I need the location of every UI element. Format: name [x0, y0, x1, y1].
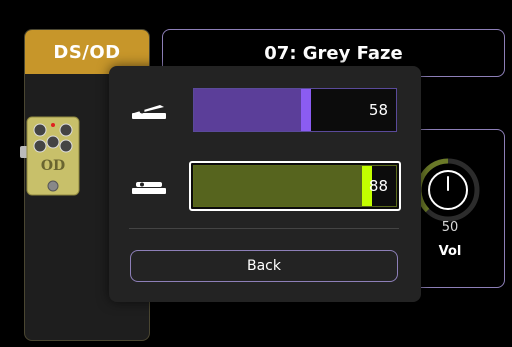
- volume-knob[interactable]: [415, 157, 481, 223]
- expression-pedal-heel-icon: [132, 105, 166, 119]
- pedal-heel-slider[interactable]: 58: [193, 88, 397, 132]
- back-button[interactable]: Back: [130, 250, 398, 282]
- expression-pedal-toe-icon: [132, 182, 166, 194]
- expression-pedal-dialog: 58 88 Back: [109, 66, 421, 302]
- knob-label: Vol: [438, 244, 462, 259]
- divider: [129, 228, 399, 229]
- preset-title-text: 07: Grey Faze: [264, 42, 403, 64]
- slider-value: 88: [368, 177, 388, 195]
- slider-fill: [194, 166, 362, 206]
- slider-track: 88: [193, 165, 397, 207]
- pedal-name: OD: [41, 158, 65, 174]
- overdrive-pedal-icon: OD: [26, 116, 80, 196]
- pedal-toe-slider[interactable]: 88: [189, 161, 401, 211]
- slider-fill: [194, 89, 301, 131]
- knob-value: 50: [441, 220, 459, 235]
- slider-value: 58: [368, 101, 388, 119]
- slider-thumb[interactable]: [301, 89, 311, 131]
